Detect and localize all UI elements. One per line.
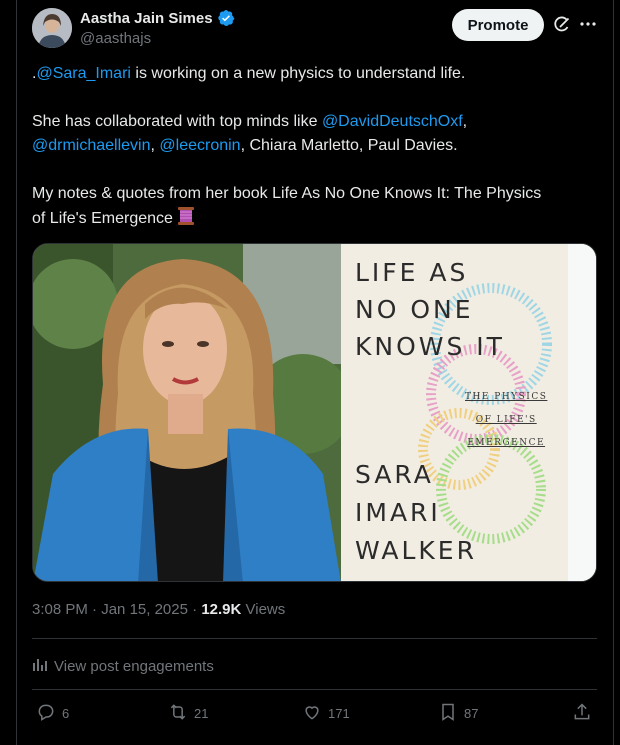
bookmark-button[interactable]: 87 xyxy=(438,702,478,725)
author-handle[interactable]: @aasthajs xyxy=(80,30,151,47)
post-time[interactable]: 3:08 PM xyxy=(32,601,88,618)
cover-author: SARA IMARI WALKER xyxy=(355,460,477,565)
author-name[interactable]: Aastha Jain Simes xyxy=(80,10,213,27)
text-segment: , Chiara Marletto, Paul Davies. xyxy=(240,137,458,154)
avatar[interactable] xyxy=(32,8,72,48)
separator-dot: · xyxy=(187,601,202,618)
divider xyxy=(32,638,597,639)
author-photo xyxy=(33,244,341,581)
repost-icon xyxy=(168,702,188,725)
analytics-icon xyxy=(32,656,48,676)
repost-button[interactable]: 21 xyxy=(168,702,208,725)
heart-icon xyxy=(302,702,322,725)
engagements-label: View post engagements xyxy=(54,657,214,675)
reply-icon xyxy=(36,702,56,725)
tweet-line-2: She has collaborated with top minds like… xyxy=(32,110,602,134)
tweet-text: .@Sara_Imari is working on a new physics… xyxy=(32,62,602,234)
action-bar: 6 21 171 87 xyxy=(32,702,597,728)
verified-badge-icon xyxy=(217,9,235,27)
text-segment: , xyxy=(462,113,468,130)
reply-button[interactable]: 6 xyxy=(36,702,69,725)
like-count: 171 xyxy=(328,706,350,721)
mention-sara-imari[interactable]: @Sara_Imari xyxy=(36,65,131,82)
views-label: Views xyxy=(241,601,286,618)
post-header: Aastha Jain Simes @aasthajs Promote xyxy=(32,8,602,52)
mention-drmichaellevin[interactable]: @drmichaellevin xyxy=(32,137,151,154)
share-icon xyxy=(572,702,592,725)
reply-count: 6 xyxy=(62,706,70,721)
mention-leecronin[interactable]: @leecronin xyxy=(159,137,240,154)
book-cover: LIFE AS NO ONE KNOWS IT THE PHYSICS OF L… xyxy=(341,244,596,581)
media-image[interactable]: LIFE AS NO ONE KNOWS IT THE PHYSICS OF L… xyxy=(32,243,597,582)
grok-icon[interactable] xyxy=(552,15,572,35)
bookmark-count: 87 xyxy=(464,706,479,721)
divider xyxy=(32,689,597,690)
cover-subtitle: THE PHYSICS OF LIFE'S EMERGENCE xyxy=(465,392,548,448)
view-engagements-link[interactable]: View post engagements xyxy=(32,656,214,676)
tweet-line-4: My notes & quotes from her book Life As … xyxy=(32,185,542,202)
bookmark-icon xyxy=(438,702,458,725)
views-count: 12.9K xyxy=(201,601,242,618)
promote-button[interactable]: Promote xyxy=(452,9,544,41)
cover-edge xyxy=(568,244,596,581)
post-date[interactable]: Jan 15, 2025 xyxy=(101,601,188,618)
tweet-line-5: of Life's Emergence xyxy=(32,206,602,234)
text-segment: of Life's Emergence xyxy=(32,210,173,227)
repost-count: 21 xyxy=(194,706,209,721)
tweet-line-1: .@Sara_Imari is working on a new physics… xyxy=(32,62,602,86)
post-timestamp: 3:08 PM · Jan 15, 2025 · 12.9K Views xyxy=(32,601,285,618)
like-button[interactable]: 171 xyxy=(302,702,350,725)
cover-title: LIFE AS NO ONE KNOWS IT xyxy=(355,258,505,361)
share-button[interactable] xyxy=(572,702,592,725)
author-name-row: Aastha Jain Simes xyxy=(80,9,235,27)
separator-dot: · xyxy=(87,601,102,618)
mention-daviddeutschoxf[interactable]: @DavidDeutschOxf xyxy=(322,113,463,130)
text-segment: She has collaborated with top minds like xyxy=(32,113,322,130)
tweet-line-3: @drmichaellevin, @leecronin, Chiara Marl… xyxy=(32,134,602,158)
thread-spool-icon xyxy=(177,206,195,234)
text-segment: is working on a new physics to understan… xyxy=(130,65,466,82)
more-icon[interactable] xyxy=(578,14,598,34)
